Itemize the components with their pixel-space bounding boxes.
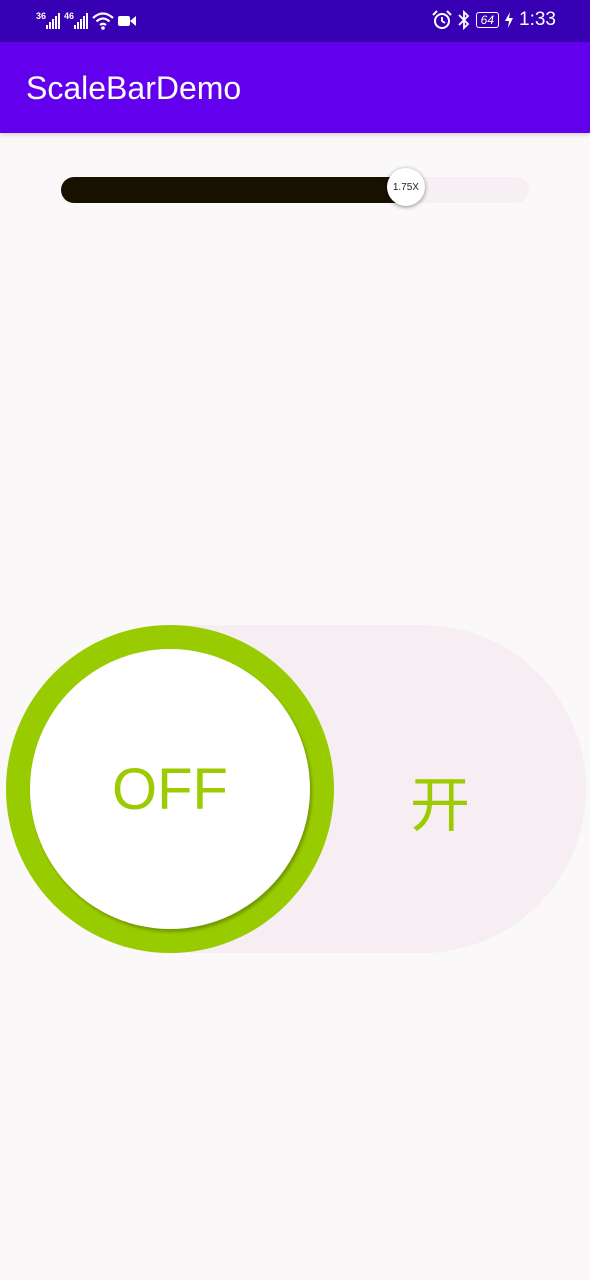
scale-bar-fill	[61, 177, 406, 203]
status-left: 36 46	[36, 10, 137, 32]
status-bar: 36 46 64 1:33	[0, 0, 590, 42]
signal-bars-icon	[74, 13, 89, 29]
charging-icon	[505, 12, 514, 28]
scale-bar-track[interactable]	[61, 177, 529, 203]
app-title: ScaleBarDemo	[26, 70, 242, 106]
bluetooth-icon	[458, 10, 469, 30]
toggle-on-label: 开	[410, 771, 470, 841]
scale-bar-thumb[interactable]: 1.75X	[386, 168, 425, 206]
status-right: 64 1:33	[431, 8, 556, 32]
toggle-switch-knob[interactable]: OFF	[30, 649, 310, 929]
toggle-off-label: OFF	[112, 756, 228, 822]
signal-bars-icon	[46, 13, 61, 29]
status-time: 1:33	[519, 9, 556, 30]
video-camera-icon	[118, 16, 137, 26]
signal-1-tag: 36	[36, 11, 47, 21]
app-bar: ScaleBarDemo	[0, 42, 590, 133]
signal-1: 36	[36, 11, 61, 29]
signal-2-tag: 46	[64, 11, 75, 21]
signal-2: 46	[64, 11, 89, 29]
scale-value-label: 1.75X	[392, 181, 419, 193]
wifi-icon	[92, 12, 114, 30]
battery-icon: 64	[475, 12, 500, 28]
alarm-icon	[431, 10, 452, 29]
